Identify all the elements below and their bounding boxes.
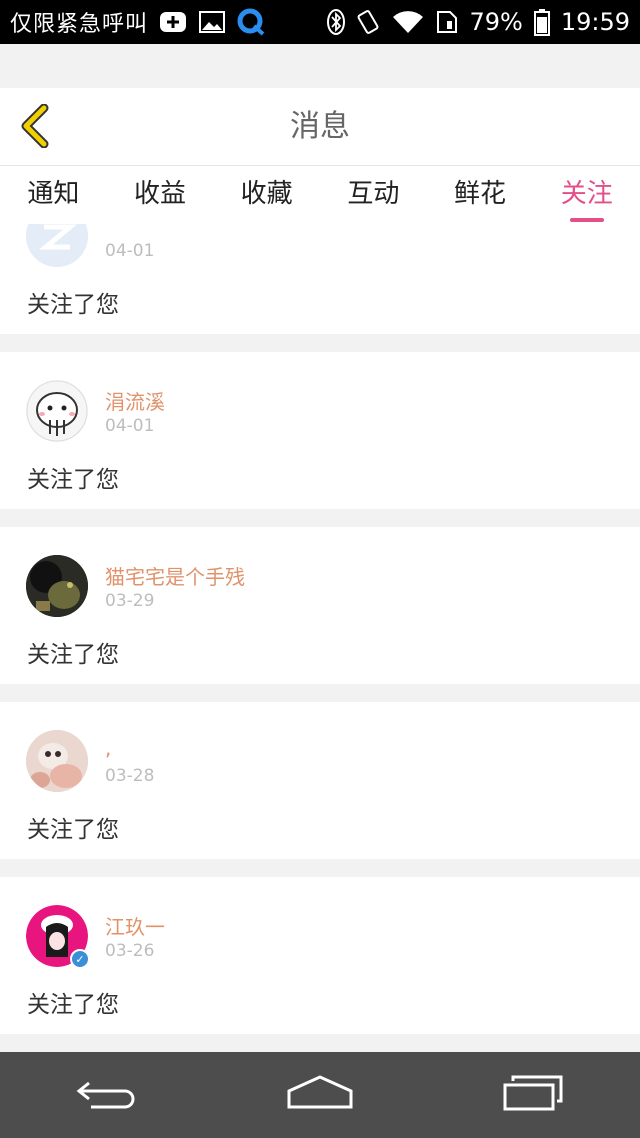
home-nav-button[interactable] xyxy=(260,1065,380,1125)
wifi-icon xyxy=(391,9,425,35)
notification-message: 关注了您 xyxy=(27,642,119,668)
verified-badge-icon: ✓ xyxy=(70,949,90,969)
notification-date: 03-28 xyxy=(105,766,155,786)
list-item[interactable]: 猫宅宅是个手残 03-29 关注了您 xyxy=(0,527,640,684)
notification-list[interactable]: 04-01 关注了您 涓流溪 04-01 关注了您 猫宅宅是个手残 03-29 … xyxy=(0,224,640,1050)
page-title: 消息 xyxy=(290,109,350,144)
notification-message: 关注了您 xyxy=(27,467,119,493)
tab-notice[interactable]: 通知 xyxy=(0,166,107,224)
add-icon xyxy=(158,10,188,34)
logo-avatar[interactable] xyxy=(26,224,88,267)
notification-date: 04-01 xyxy=(105,416,155,436)
notification-message: 关注了您 xyxy=(27,292,119,318)
user-name[interactable]: 涓流溪 xyxy=(105,386,165,415)
notification-message: 关注了您 xyxy=(27,817,119,843)
list-item[interactable]: ✓ 江玖一 03-26 关注了您 xyxy=(0,877,640,1034)
tab-favorites[interactable]: 收藏 xyxy=(213,166,320,224)
vibrate-icon xyxy=(355,9,381,35)
recents-nav-icon xyxy=(501,1073,565,1117)
dark-photo-avatar[interactable] xyxy=(26,555,88,617)
image-icon xyxy=(198,10,226,34)
tab-follows[interactable]: 关注 xyxy=(533,166,640,224)
list-item[interactable]: 涓流溪 04-01 关注了您 xyxy=(0,352,640,509)
user-name[interactable]: 猫宅宅是个手残 xyxy=(105,561,245,590)
back-nav-icon xyxy=(75,1073,139,1117)
notification-message: 关注了您 xyxy=(27,992,119,1018)
tab-interactions[interactable]: 互动 xyxy=(320,166,427,224)
recents-nav-button[interactable] xyxy=(473,1065,593,1125)
battery-icon xyxy=(533,8,551,36)
app-header: 消息 xyxy=(0,88,640,166)
home-nav-icon xyxy=(285,1073,355,1117)
notification-date: 03-26 xyxy=(105,941,155,961)
list-item[interactable]: 04-01 关注了您 xyxy=(0,224,640,334)
app-q-icon xyxy=(236,8,266,36)
notification-date: 04-01 xyxy=(105,241,155,261)
list-item[interactable]: , 03-28 关注了您 xyxy=(0,702,640,859)
tab-flowers[interactable]: 鲜花 xyxy=(427,166,534,224)
notification-date: 03-29 xyxy=(105,591,155,611)
tab-bar: 通知 收益 收藏 互动 鲜花 关注 xyxy=(0,166,640,224)
status-bar: 仅限紧急呼叫 79% 19:59 xyxy=(0,0,640,44)
cartoon-avatar[interactable] xyxy=(26,380,88,442)
user-name[interactable]: 江玖一 xyxy=(105,911,165,940)
system-nav-bar xyxy=(0,1052,640,1138)
pink-anime-avatar[interactable]: ✓ xyxy=(26,905,90,969)
cat-photo-avatar[interactable] xyxy=(26,730,88,792)
user-name[interactable]: , xyxy=(105,736,111,760)
carrier-text: 仅限紧急呼叫 xyxy=(10,12,149,37)
bluetooth-icon xyxy=(327,9,346,35)
sim-icon xyxy=(435,9,459,35)
battery-percent: 79% xyxy=(469,8,523,36)
tab-earnings[interactable]: 收益 xyxy=(107,166,214,224)
clock: 19:59 xyxy=(560,8,630,36)
back-nav-button[interactable] xyxy=(47,1065,167,1125)
